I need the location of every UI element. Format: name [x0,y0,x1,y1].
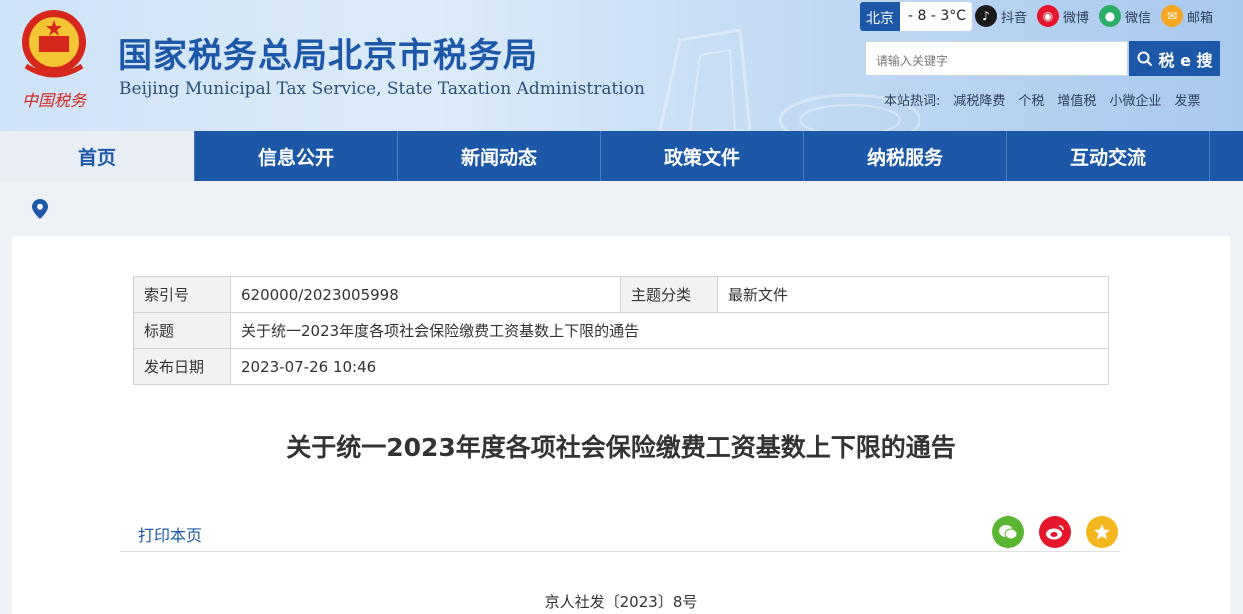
hot-words-label: 本站热词: [884,94,941,109]
nav-item-info-disclosure[interactable]: 信息公开 [195,131,398,181]
nav-item-policy[interactable]: 政策文件 [601,131,804,181]
meta-label: 标题 [133,312,231,349]
search-icon [1137,51,1152,66]
weibo-share-icon[interactable] [1039,516,1071,548]
article-container: 索引号 620000/2023005998 主题分类 最新文件 标题 关于统一2… [12,236,1230,614]
site-subtitle: Beijing Municipal Tax Service, State Tax… [119,79,645,99]
main-nav: 首页 信息公开 新闻动态 政策文件 纳税服务 互动交流 [0,131,1243,181]
social-label: 邮箱 [1187,10,1214,26]
social-link-douyin[interactable]: ♪ 抖音 [975,3,1027,29]
table-row: 发布日期 2023-07-26 10:46 [133,348,1109,385]
share-buttons [992,516,1118,548]
nav-item-news[interactable]: 新闻动态 [398,131,601,181]
social-link-mail[interactable]: ✉ 邮箱 [1161,3,1213,29]
weather-temp: - 8 - 3°C [900,2,973,31]
mail-icon: ✉ [1161,5,1184,27]
search-button-label: 税 e 搜 [1158,50,1213,70]
table-row: 标题 关于统一2023年度各项社会保险缴费工资基数上下限的通告 [133,312,1109,349]
site-header: 中国税务 国家税务总局北京市税务局 Beijing Municipal Tax … [0,0,1243,131]
hot-words: 本站热词: 减税降费 个税 增值税 小微企业 发票 [884,90,1200,109]
social-links: ♪ 抖音 ◉ 微博 ● 微信 ✉ 邮箱 [975,3,1213,29]
social-label: 微博 [1063,10,1090,26]
weather-widget: 北京 - 8 - 3°C [860,2,973,31]
print-page-link[interactable]: 打印本页 [138,522,202,546]
weather-city: 北京 [860,2,900,31]
hot-word-link[interactable]: 增值税 [1057,90,1096,109]
weibo-icon: ◉ [1037,5,1060,27]
meta-value: 620000/2023005998 [230,276,621,313]
hot-word-link[interactable]: 发票 [1174,90,1200,109]
meta-label: 发布日期 [133,348,231,385]
nav-item-tax-service[interactable]: 纳税服务 [804,131,1007,181]
social-label: 抖音 [1001,10,1028,26]
meta-label: 索引号 [133,276,231,313]
hot-word-link[interactable]: 小微企业 [1109,90,1161,109]
table-row: 索引号 620000/2023005998 主题分类 最新文件 [133,276,1109,313]
favorite-icon[interactable] [1086,516,1118,548]
document-number: 京人社发〔2023〕8号 [544,593,698,611]
meta-value: 关于统一2023年度各项社会保险缴费工资基数上下限的通告 [230,312,1109,349]
article-meta-table: 索引号 620000/2023005998 主题分类 最新文件 标题 关于统一2… [133,276,1109,385]
hot-word-link[interactable]: 减税降费 [953,90,1005,109]
search-button[interactable]: 税 e 搜 [1129,41,1220,76]
location-pin-icon [32,199,48,219]
wechat-share-icon[interactable] [992,516,1024,548]
douyin-icon: ♪ [975,5,997,27]
nav-item-home[interactable]: 首页 [0,131,195,181]
wechat-icon: ● [1099,5,1122,27]
hot-word-link[interactable]: 个税 [1018,90,1044,109]
article-title: 关于统一2023年度各项社会保险缴费工资基数上下限的通告 [286,433,956,462]
national-emblem-logo: 中国税务 [14,4,94,114]
site-title: 国家税务总局北京市税务局 [118,36,538,76]
emblem-calligraphy: 中国税务 [22,91,88,110]
social-link-weibo[interactable]: ◉ 微博 [1037,3,1089,29]
social-link-wechat[interactable]: ● 微信 [1099,3,1151,29]
search-input[interactable]: 请输入关键字 [865,41,1128,76]
divider [120,551,1120,552]
social-label: 微信 [1125,10,1152,26]
meta-value: 最新文件 [717,276,1109,313]
nav-item-interaction[interactable]: 互动交流 [1007,131,1210,181]
meta-value: 2023-07-26 10:46 [230,348,1109,385]
meta-label: 主题分类 [620,276,718,313]
